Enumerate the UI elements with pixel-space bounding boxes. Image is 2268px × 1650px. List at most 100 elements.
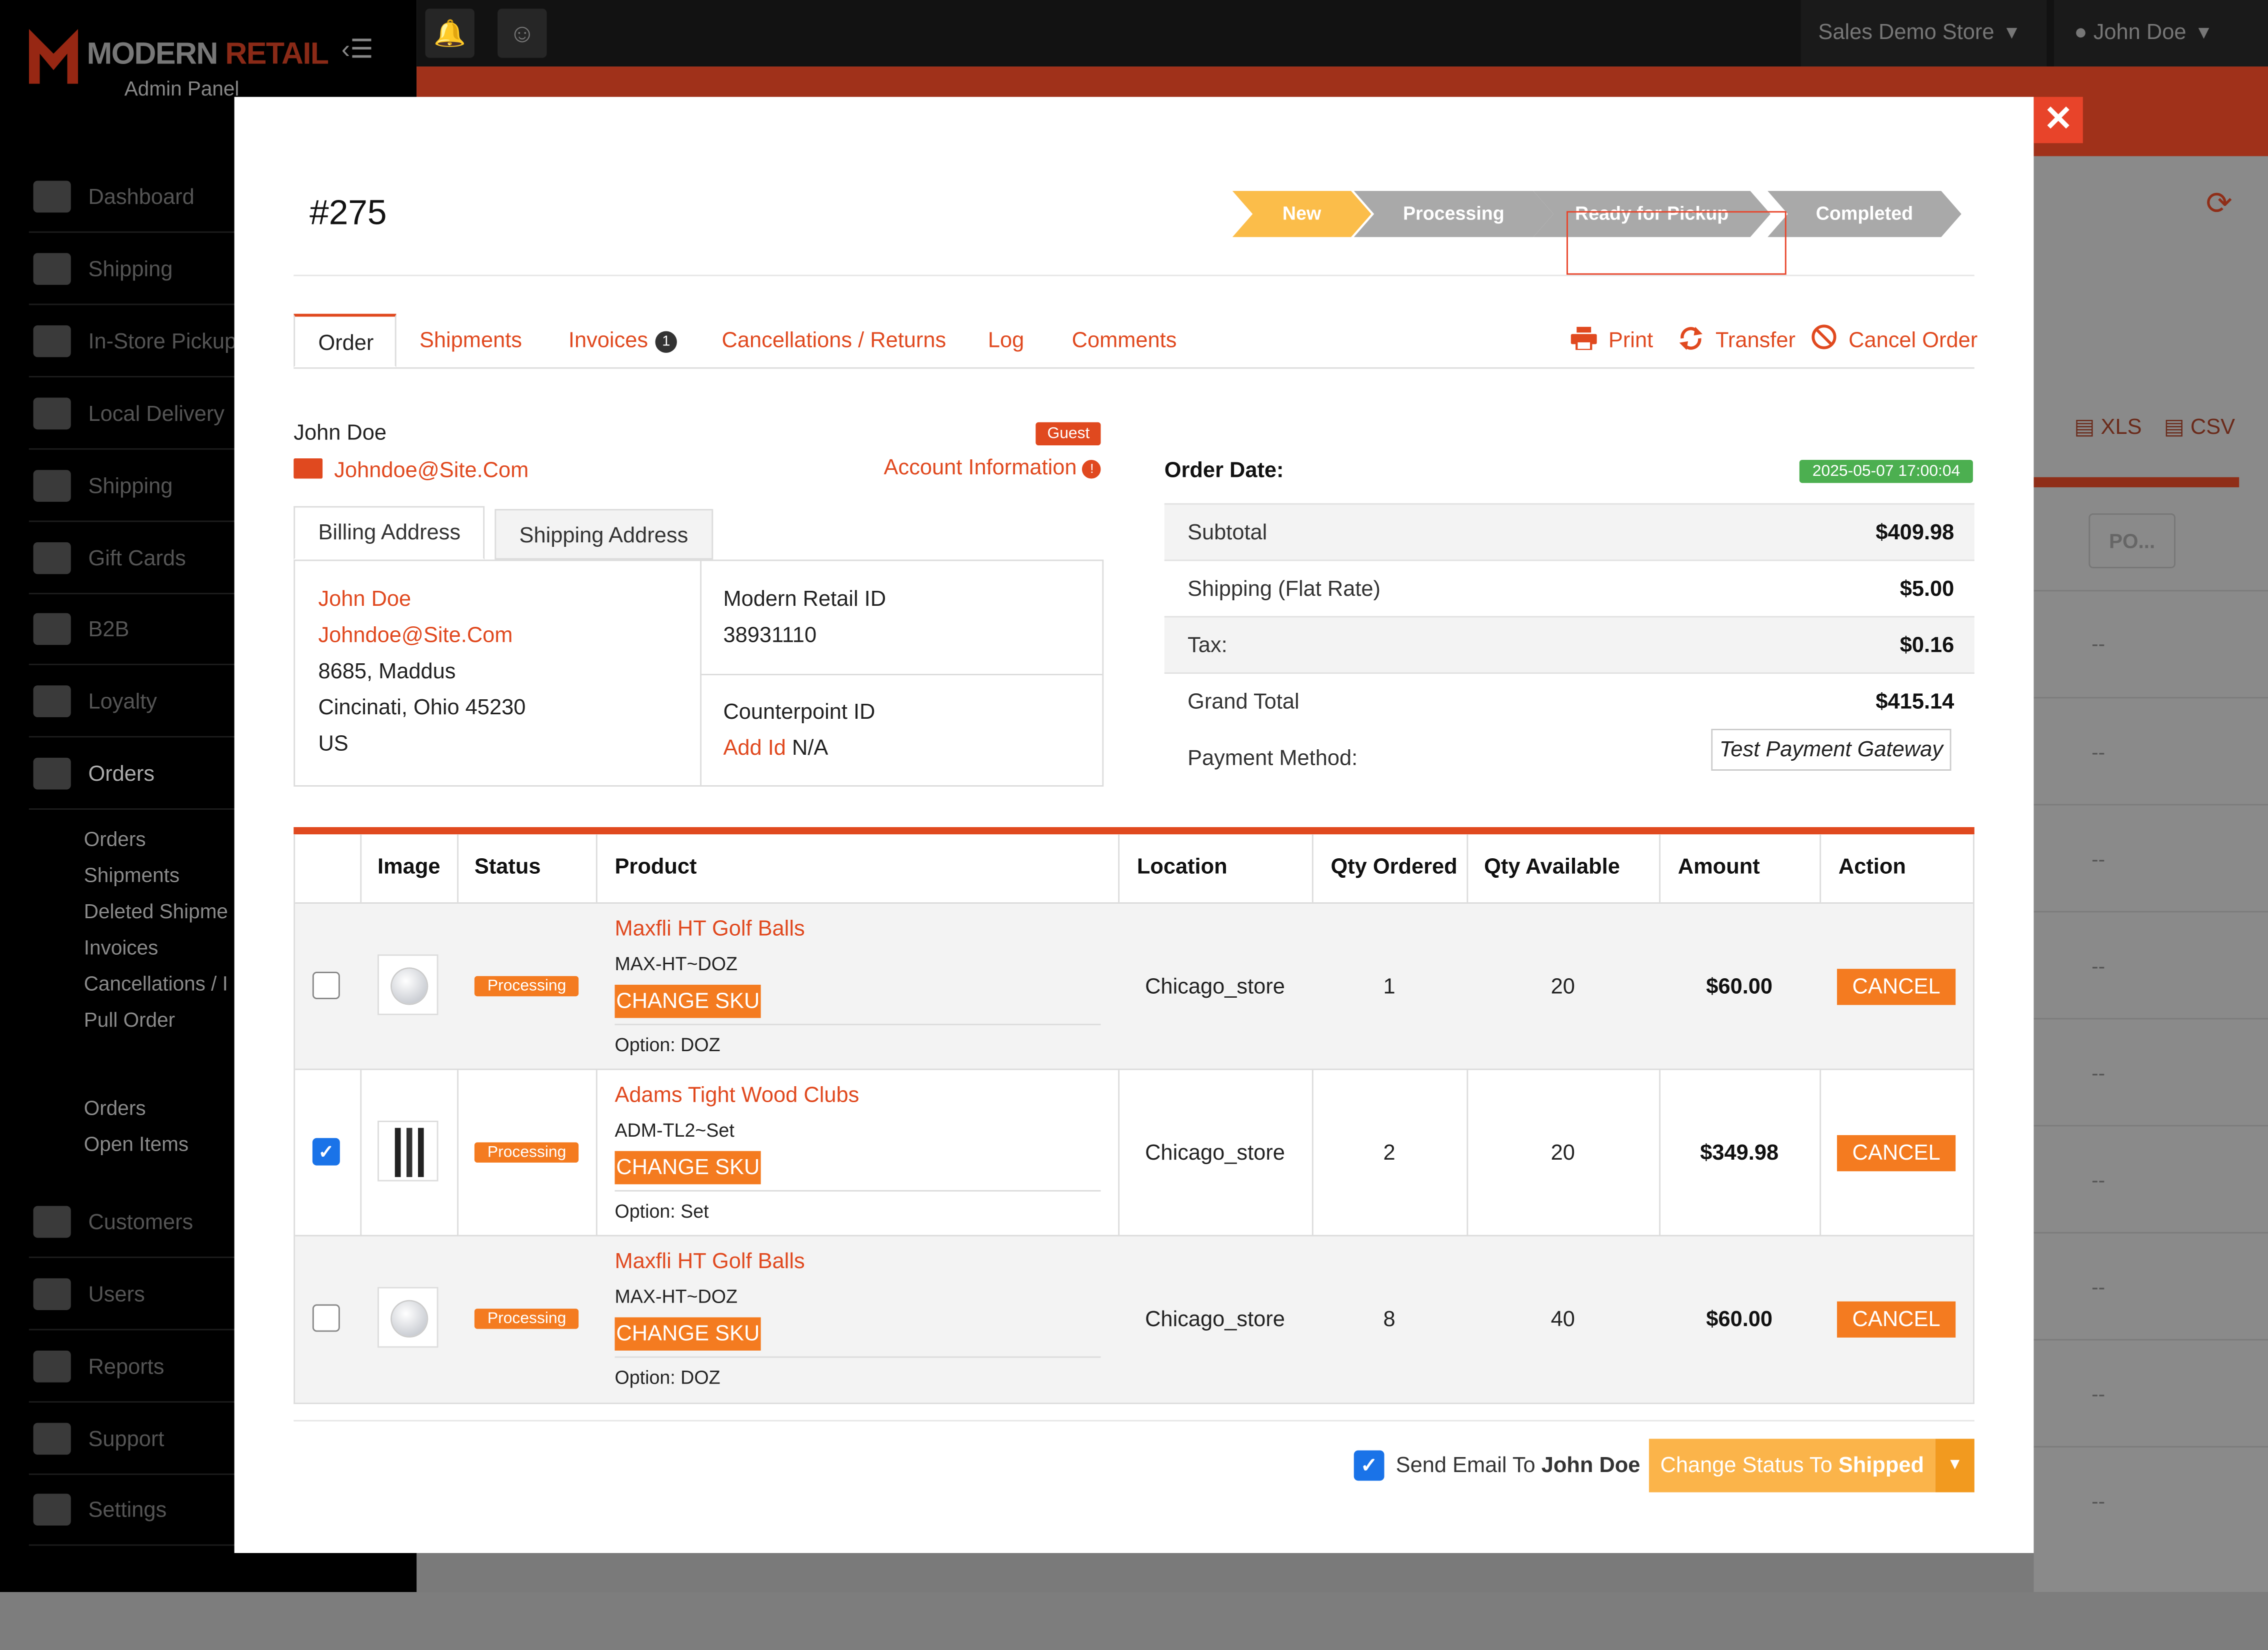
bike-icon [33,397,71,430]
row-checkbox[interactable] [312,972,340,999]
payment-method-value: Test Payment Gateway [1711,729,1952,771]
change-sku-button[interactable]: CHANGE SKU [614,985,762,1018]
col-action: Action [1838,854,1906,879]
dashboard-icon [33,180,71,213]
change-status-dropdown[interactable]: ▼ [1935,1439,1974,1493]
close-modal-button[interactable]: ✕ [2034,96,2083,143]
items-table-accent [294,827,1974,835]
csv-file-icon: ▤ [2164,415,2184,440]
store-icon [33,325,71,357]
cancel-item-button[interactable]: CANCEL [1836,1301,1956,1338]
check-icon: ✓ [1360,1453,1378,1477]
id-divider [700,674,1102,675]
background-table-area [2034,156,2268,1593]
amount-cell: $60.00 [1706,974,1773,999]
sidebar-sub-deleted-shipments[interactable]: Deleted Shipme [84,899,228,922]
change-status-button[interactable]: Change Status To Shipped [1648,1439,1936,1493]
caret-down-icon: ▼ [1946,1456,1963,1474]
status-badge: Processing [474,1309,580,1329]
chevron-down-icon: ▾ [2000,20,2018,45]
refresh-icon[interactable]: ⟳ [2206,185,2232,222]
xls-file-icon: ▤ [2074,415,2095,440]
change-sku-button[interactable]: CHANGE SKU [614,1317,762,1351]
product-name-link[interactable]: Maxfli HT Golf Balls [614,917,804,941]
step-processing: Processing [1354,191,1554,237]
logo-subtitle: Admin Panel [124,76,240,100]
product-sku: MAX-HT~DOZ [614,953,738,975]
masks-icon[interactable]: ☺ [498,8,547,58]
tab-order[interactable]: Order [294,313,396,367]
location-cell: Chicago_store [1145,1141,1285,1166]
billing-name-link[interactable]: John Doe [318,581,526,617]
sidebar-sub-cancellations[interactable]: Cancellations / I [84,972,228,995]
tab-invoices[interactable]: Invoices 1 [568,314,677,367]
product-name-link[interactable]: Adams Tight Wood Clubs [614,1083,859,1108]
divider [294,274,1974,276]
qty-ordered-cell: 1 [1383,974,1396,999]
check-icon: ✓ [318,1141,334,1163]
step-new: New [1232,191,1372,237]
bg-cell: -- [2092,1275,2106,1299]
col-qty-ordered: Qty Ordered [1330,854,1458,879]
transfer-button[interactable]: Transfer [1678,314,1796,367]
tab-cancellations-returns[interactable]: Cancellations / Returns [722,314,946,367]
table-row: Processing Maxfli HT Golf Balls MAX-HT~D… [295,1235,1973,1403]
row-checkbox[interactable] [312,1304,340,1332]
sidebar-sub-pull-order[interactable]: Pull Order [84,1008,175,1031]
qty-available-cell: 20 [1550,1141,1575,1166]
gift-card-icon [33,542,71,574]
print-button[interactable]: Print [1570,314,1653,367]
sidebar-sub-invoices[interactable]: Invoices [84,936,158,959]
product-name-link[interactable]: Maxfli HT Golf Balls [614,1249,804,1274]
change-sku-button[interactable]: CHANGE SKU [614,1151,762,1185]
sidebar-sub-orders-2[interactable]: Orders [84,1096,146,1119]
sidebar-sub-orders[interactable]: Orders [84,827,146,850]
invoice-count-badge: 1 [655,331,677,353]
cancel-order-button[interactable]: Cancel Order [1811,314,1978,367]
bottom-strip [0,1592,2268,1650]
product-sku: MAX-HT~DOZ [614,1285,738,1308]
tab-comments[interactable]: Comments [1072,314,1177,367]
product-option: Option: DOZ [614,1034,720,1056]
tab-billing-address[interactable]: Billing Address [294,506,486,560]
tab-log[interactable]: Log [988,314,1024,367]
account-information-link[interactable]: Account Information! [884,455,1102,480]
export-xls-button[interactable]: ▤ XLS [2074,413,2142,439]
user-menu[interactable]: ● John Doe ▾ [2054,0,2268,67]
bell-icon[interactable]: 🔔 [425,8,474,58]
divider [294,1420,1974,1422]
tab-shipments[interactable]: Shipments [420,314,522,367]
qty-available-cell: 20 [1550,974,1575,999]
collapse-menu-icon[interactable]: ‹☰ [342,34,374,65]
transfer-icon [1679,326,1702,350]
bg-cell: -- [2092,740,2106,764]
support-icon [33,1423,71,1455]
customer-email-link[interactable]: Johndoe@Site.Com [294,458,528,483]
customer-name: John Doe [294,420,387,446]
user-icon [33,1278,71,1310]
add-id-link[interactable]: Add Id [723,736,786,760]
product-sku: ADM-TL2~Set [614,1119,734,1141]
col-amount: Amount [1678,854,1760,879]
counterpoint-id-value: N/A [792,736,828,761]
customers-icon [33,1206,71,1238]
billing-email-link[interactable]: Johndoe@Site.Com [318,617,526,653]
send-email-checkbox[interactable]: ✓ [1354,1450,1384,1481]
sidebar-sub-shipments[interactable]: Shipments [84,863,180,886]
location-cell: Chicago_store [1145,974,1285,999]
grand-total-row: Grand Total $415.14 [1164,672,1974,730]
screen: MODERN RETAIL Admin Panel ‹☰ Dashboard S… [0,0,2268,1650]
tab-shipping-address[interactable]: Shipping Address [494,509,713,560]
cancel-item-button[interactable]: CANCEL [1836,1135,1956,1172]
sidebar-sub-open-items[interactable]: Open Items [84,1132,188,1155]
highlight-box [1566,211,1786,275]
store-selector[interactable]: Sales Demo Store ▾ [1800,0,2047,67]
export-csv-button[interactable]: ▤ CSV [2164,413,2235,439]
step-completed: Completed [1768,191,1962,237]
shipping-row: Shipping (Flat Rate) $5.00 [1164,559,1974,618]
table-row: Processing Maxfli HT Golf Balls MAX-HT~D… [295,902,1973,1070]
cancel-item-button[interactable]: CANCEL [1836,969,1956,1005]
row-checkbox-checked[interactable]: ✓ [312,1138,340,1166]
payment-method-row: Payment Method: Test Payment Gateway [1164,729,1974,787]
po-column-filter[interactable]: PO... [2088,513,2176,568]
